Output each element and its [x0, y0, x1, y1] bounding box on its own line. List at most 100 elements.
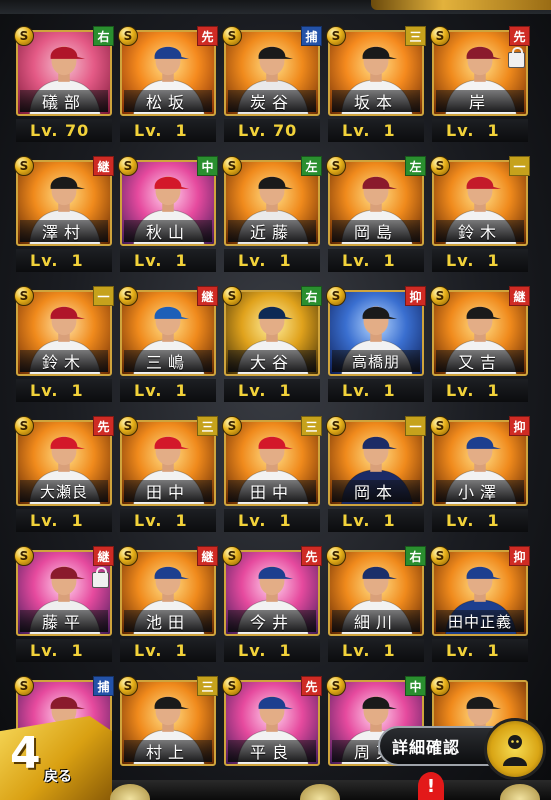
star-rank-icon: S [14, 676, 34, 696]
alert-badge: ! [418, 772, 444, 800]
player-level: Lv. 1 [30, 641, 84, 660]
star-rank-icon: S [326, 546, 346, 566]
player-name: 岸 [436, 90, 524, 112]
player-card[interactable]: 秋山 S 中 Lv. 1 [118, 156, 218, 272]
player-card[interactable]: 岸 S 先 Lv. 1 [430, 26, 530, 142]
position-badge: 先 [197, 26, 218, 46]
star-rank-icon: S [118, 286, 138, 306]
player-name: 坂本 [332, 90, 420, 112]
player-card[interactable]: 大瀬良 S 先 Lv. 1 [14, 416, 114, 532]
player-card[interactable]: 又吉 S 継 Lv. 1 [430, 286, 530, 402]
level-bar: Lv. 1 [432, 249, 528, 272]
player-card[interactable]: 炭谷 S 捕 Lv. 70 [222, 26, 322, 142]
position-badge: 抑 [509, 546, 530, 566]
player-card[interactable]: 藤平 S 継 Lv. 1 [14, 546, 114, 662]
player-card[interactable]: 岡島 S 左 Lv. 1 [326, 156, 426, 272]
player-name: 鈴木 [20, 350, 108, 372]
position-badge: 先 [301, 676, 322, 696]
player-level: Lv. 1 [342, 381, 396, 400]
star-rank-icon: S [14, 286, 34, 306]
player-level: Lv. 1 [342, 121, 396, 140]
player-level: Lv. 1 [446, 121, 500, 140]
player-card[interactable]: 礒部 S 右 Lv. 70 [14, 26, 114, 142]
level-bar: Lv. 1 [432, 639, 528, 662]
star-rank-icon: S [326, 156, 346, 176]
star-rank-icon: S [222, 156, 242, 176]
level-bar: Lv. 1 [328, 379, 424, 402]
player-name: 又吉 [436, 350, 524, 372]
player-card[interactable]: 松坂 S 先 Lv. 1 [118, 26, 218, 142]
player-card[interactable]: 今井 S 先 Lv. 1 [222, 546, 322, 662]
player-card[interactable]: 平良 S 先 [222, 676, 322, 792]
level-bar: Lv. 1 [16, 249, 112, 272]
player-card[interactable]: 鈴木 S 一 Lv. 1 [430, 156, 530, 272]
player-name: 松坂 [124, 90, 212, 112]
back-arrow-icon: 4 [10, 728, 41, 779]
level-bar: Lv. 1 [16, 509, 112, 532]
star-rank-icon: S [14, 416, 34, 436]
player-card[interactable]: 田中 S 三 Lv. 1 [222, 416, 322, 532]
position-badge: 継 [197, 286, 218, 306]
level-bar: Lv. 1 [328, 509, 424, 532]
star-rank-icon: S [118, 416, 138, 436]
player-card[interactable]: 澤村 S 継 Lv. 1 [14, 156, 114, 272]
player-level: Lv. 1 [238, 381, 292, 400]
position-badge: 右 [93, 26, 114, 46]
player-card[interactable]: 鈴木 S 一 Lv. 1 [14, 286, 114, 402]
player-level: Lv. 1 [134, 251, 188, 270]
position-badge: 継 [509, 286, 530, 306]
star-rank-icon: S [326, 676, 346, 696]
player-level: Lv. 1 [30, 511, 84, 530]
star-rank-icon: S [14, 546, 34, 566]
level-bar: Lv. 1 [328, 119, 424, 142]
player-card[interactable]: 大谷 S 右 Lv. 1 [222, 286, 322, 402]
player-card[interactable]: 坂本 S 三 Lv. 1 [326, 26, 426, 142]
player-level: Lv. 1 [446, 381, 500, 400]
player-card[interactable]: 田中 S 三 Lv. 1 [118, 416, 218, 532]
player-card-grid: 礒部 S 右 Lv. 70 松坂 S 先 Lv. 1 炭谷 S 捕 Lv. 70 坂本 S 三 Lv. 1岸S… [14, 26, 536, 792]
position-badge: 継 [93, 156, 114, 176]
level-bar: Lv. 1 [120, 379, 216, 402]
player-name: 礒部 [20, 90, 108, 112]
position-badge: 三 [197, 416, 218, 436]
player-card[interactable]: 高橋朋 S 抑 Lv. 1 [326, 286, 426, 402]
star-rank-icon: S [430, 546, 450, 566]
position-badge: 中 [197, 156, 218, 176]
position-badge: 継 [197, 546, 218, 566]
position-badge: 捕 [301, 26, 322, 46]
level-bar: Lv. 1 [432, 509, 528, 532]
star-rank-icon: S [430, 416, 450, 436]
player-card[interactable]: 小澤 S 抑 Lv. 1 [430, 416, 530, 532]
position-badge: 継 [93, 546, 114, 566]
position-badge: 中 [405, 676, 426, 696]
player-name: 秋山 [124, 220, 212, 242]
player-level: Lv. 1 [134, 511, 188, 530]
player-name: 大瀬良 [20, 480, 108, 502]
player-card[interactable]: 田中正義 S 抑 Lv. 1 [430, 546, 530, 662]
player-card[interactable]: 村上 S 三 [118, 676, 218, 792]
player-name: 澤村 [20, 220, 108, 242]
position-badge: 三 [197, 676, 218, 696]
player-level: Lv. 1 [342, 641, 396, 660]
player-level: Lv. 1 [238, 511, 292, 530]
position-badge: 左 [405, 156, 426, 176]
player-level: Lv. 1 [134, 121, 188, 140]
star-rank-icon: S [118, 26, 138, 46]
player-card[interactable]: 近藤 S 左 Lv. 1 [222, 156, 322, 272]
player-card[interactable]: 細川 S 右 Lv. 1 [326, 546, 426, 662]
player-name: 田中 [124, 480, 212, 502]
back-button[interactable]: 4 戻る [0, 716, 112, 800]
player-name: 今井 [228, 610, 316, 632]
player-icon[interactable] [484, 718, 546, 780]
player-card[interactable]: 池田 S 継 Lv. 1 [118, 546, 218, 662]
player-level: Lv. 1 [446, 511, 500, 530]
player-card[interactable]: 三嶋 S 継 Lv. 1 [118, 286, 218, 402]
level-bar: Lv. 1 [328, 249, 424, 272]
player-card[interactable]: 岡本 S 一 Lv. 1 [326, 416, 426, 532]
star-rank-icon: S [222, 286, 242, 306]
player-name: 田中 [228, 480, 316, 502]
star-rank-icon: S [222, 416, 242, 436]
player-name: 高橋朋 [332, 350, 420, 372]
level-bar: Lv. 1 [328, 639, 424, 662]
position-badge: 先 [93, 416, 114, 436]
